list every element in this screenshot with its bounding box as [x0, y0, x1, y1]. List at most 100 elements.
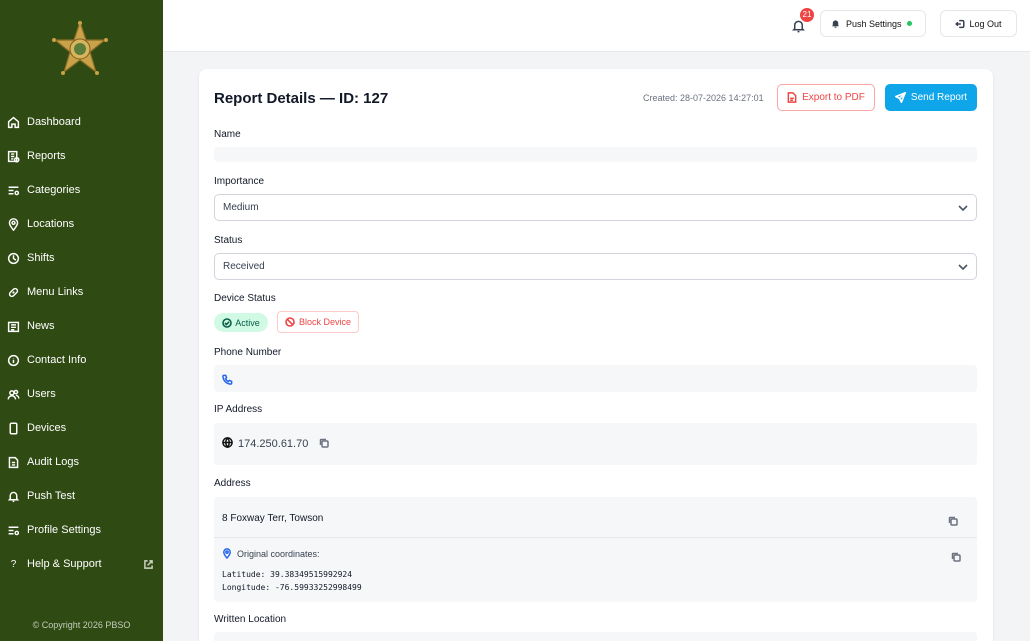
device-status-label: Device Status: [214, 293, 276, 304]
status-select[interactable]: Received: [214, 253, 977, 280]
page-title: Report Details — ID: 127: [214, 90, 389, 107]
sidebar-item-help-support[interactable]: ? Help & Support: [0, 547, 163, 581]
sidebar-item-label: Users: [27, 388, 56, 400]
logout-label: Log Out: [969, 18, 1002, 29]
sidebar-item-label: Locations: [27, 218, 75, 230]
logout-icon: [955, 19, 965, 28]
copy-coordinates-icon[interactable]: [951, 549, 961, 567]
home-icon: [6, 115, 21, 130]
sidebar: Dashboard Reports Categories Locations S…: [0, 0, 163, 641]
sidebar-item-dashboard[interactable]: Dashboard: [0, 105, 163, 139]
sidebar-item-label: Shifts: [27, 252, 55, 264]
file-icon: [6, 455, 21, 470]
sidebar-item-categories[interactable]: Categories: [0, 173, 163, 207]
notification-count-badge: 21: [800, 8, 814, 22]
status-label: Status: [214, 235, 243, 246]
status-dot: [906, 21, 912, 26]
top-bar: 21 Push Settings Log Out: [163, 0, 1030, 52]
export-pdf-label: Export to PDF: [802, 92, 865, 103]
clock-icon: [6, 251, 21, 266]
bell-icon: [831, 19, 841, 29]
question-icon: ?: [10, 558, 17, 570]
sidebar-item-label: Menu Links: [27, 286, 84, 298]
sidebar-item-reports[interactable]: Reports: [0, 139, 163, 173]
export-pdf-button[interactable]: Export to PDF: [777, 84, 875, 111]
sidebar-item-menu-links[interactable]: Menu Links: [0, 275, 163, 309]
written-location-label: Written Location: [214, 614, 287, 625]
link-icon: [6, 285, 21, 300]
sidebar-item-profile-settings[interactable]: Profile Settings: [0, 513, 163, 547]
original-coordinates-label: Original coordinates:: [222, 548, 320, 559]
device-icon: [6, 421, 21, 436]
sidebar-item-label: Audit Logs: [27, 456, 79, 468]
push-settings-label: Push Settings: [846, 18, 902, 29]
sidebar-item-contact-info[interactable]: Contact Info: [0, 343, 163, 377]
importance-select[interactable]: Medium: [214, 194, 977, 221]
report-details-card: Report Details — ID: 127 Created: 28-07-…: [199, 69, 993, 641]
name-field: [214, 147, 977, 162]
chevron-down-icon: [958, 264, 968, 271]
latitude-value: Latitude: 39.38349515992924: [222, 570, 353, 579]
copy-address-icon[interactable]: [948, 513, 958, 531]
address-value: 8 Foxway Terr, Towson: [222, 513, 324, 524]
chevron-down-icon: [958, 205, 968, 212]
ban-icon: [285, 317, 295, 327]
reports-icon: [6, 149, 21, 164]
phone-icon[interactable]: [222, 372, 233, 385]
block-device-button[interactable]: Block Device: [277, 311, 359, 333]
sidebar-item-news[interactable]: News: [0, 309, 163, 343]
created-timestamp: Created: 28-07-2026 14:27:01: [643, 93, 764, 103]
copy-icon[interactable]: [319, 438, 330, 451]
sidebar-item-label: Reports: [27, 150, 66, 162]
sidebar-item-label: Help & Support: [27, 558, 102, 570]
importance-value: Medium: [223, 202, 259, 213]
sidebar-item-label: Categories: [27, 184, 81, 196]
sidebar-item-locations[interactable]: Locations: [0, 207, 163, 241]
sidebar-nav: Dashboard Reports Categories Locations S…: [0, 105, 163, 581]
copyright-text: © Copyright 2026 PBSO: [32, 620, 131, 630]
ip-address-row: 174.250.61.70: [222, 437, 330, 451]
address-label: Address: [214, 478, 251, 489]
sidebar-item-label: Contact Info: [27, 354, 87, 366]
sidebar-item-users[interactable]: Users: [0, 377, 163, 411]
bell-icon: [6, 489, 21, 504]
longitude-value: Longitude: -76.59933252998499: [222, 583, 362, 592]
device-active-label: Active: [235, 317, 260, 328]
device-active-badge: Active: [214, 313, 268, 332]
users-icon: [6, 387, 21, 402]
sidebar-item-devices[interactable]: Devices: [0, 411, 163, 445]
phone-field: [214, 365, 977, 392]
send-icon: [894, 92, 906, 103]
sidebar-item-shifts[interactable]: Shifts: [0, 241, 163, 275]
send-report-label: Send Report: [910, 92, 968, 103]
sheriff-star-logo: [51, 20, 109, 76]
categories-icon: [6, 183, 21, 198]
sidebar-item-label: Profile Settings: [27, 524, 101, 536]
sidebar-item-label: News: [27, 320, 55, 332]
pdf-file-icon: [787, 92, 797, 103]
sidebar-item-audit-logs[interactable]: Audit Logs: [0, 445, 163, 479]
ip-address-label: IP Address: [214, 404, 263, 415]
coords-label-text: Original coordinates:: [237, 548, 320, 559]
logout-button[interactable]: Log Out: [940, 10, 1017, 37]
sidebar-item-label: Push Test: [27, 490, 76, 502]
written-location-field: [214, 632, 977, 641]
divider: [214, 537, 977, 538]
block-device-label: Block Device: [298, 317, 352, 327]
sidebar-item-push-test[interactable]: Push Test: [0, 479, 163, 513]
status-value: Received: [223, 261, 265, 272]
news-icon: [6, 319, 21, 334]
ip-address-value: 174.250.61.70: [238, 438, 309, 450]
sliders-icon: [6, 523, 21, 538]
location-pin-icon: [6, 217, 21, 232]
sidebar-item-label: Devices: [27, 422, 67, 434]
location-pin-icon: [223, 548, 231, 559]
check-circle-icon: [222, 317, 233, 328]
sidebar-item-label: Dashboard: [27, 116, 81, 128]
send-report-button[interactable]: Send Report: [885, 84, 977, 111]
globe-icon: [222, 437, 238, 451]
push-settings-button[interactable]: Push Settings: [820, 10, 926, 37]
info-icon: [6, 353, 21, 368]
name-label: Name: [214, 129, 241, 140]
external-link-icon: [144, 559, 153, 569]
